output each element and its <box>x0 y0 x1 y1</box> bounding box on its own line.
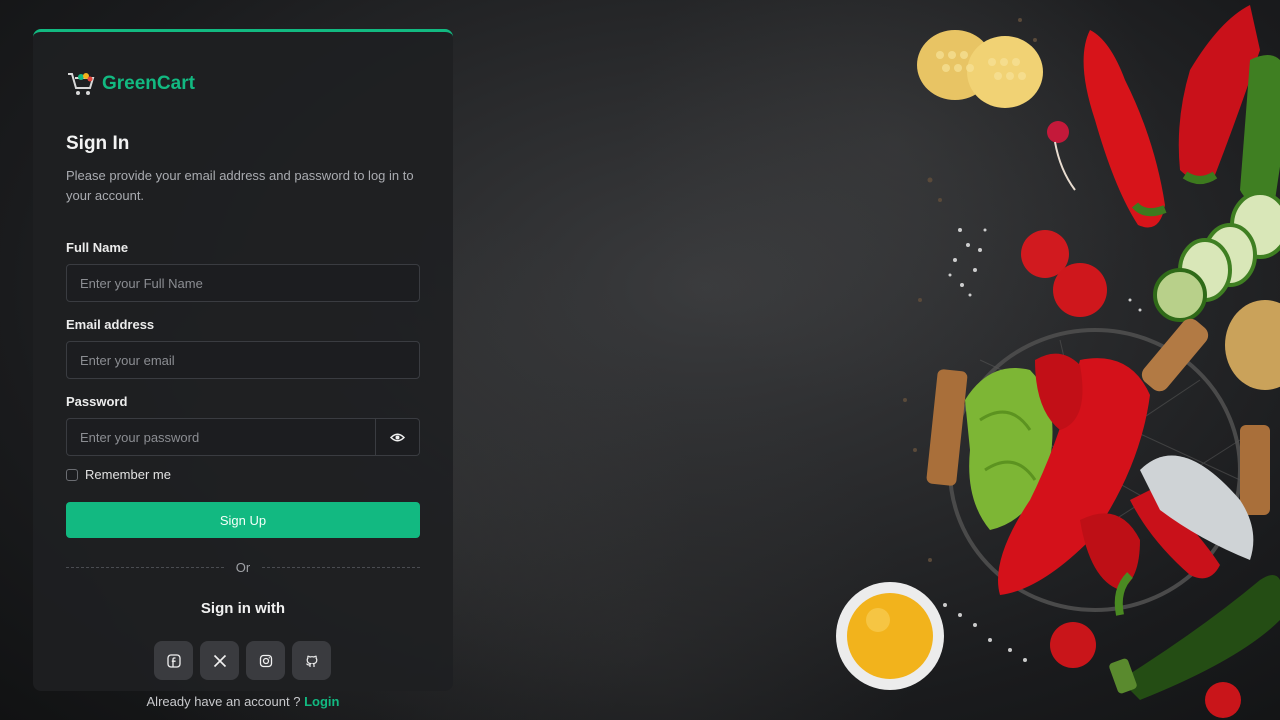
page-title: Sign In <box>66 133 130 154</box>
email-label: Email address <box>66 317 155 332</box>
full-name-label: Full Name <box>66 240 129 255</box>
instagram-button[interactable] <box>246 641 285 680</box>
email-input[interactable] <box>66 341 420 379</box>
divider-line-right <box>262 567 421 568</box>
x-button[interactable] <box>200 641 239 680</box>
brand-name: GreenCart <box>102 73 195 94</box>
remember-me-checkbox[interactable] <box>66 468 78 481</box>
social-signin-heading: Sign in with <box>200 600 286 617</box>
facebook-icon <box>166 653 181 668</box>
or-divider: Or <box>66 560 421 575</box>
vegetables-image <box>836 5 1280 718</box>
instagram-icon <box>259 654 272 667</box>
github-icon <box>305 655 317 667</box>
signin-card: GreenCart Sign In Please provide your em… <box>33 29 453 691</box>
password-input[interactable] <box>66 418 377 456</box>
shopping-cart-icon <box>68 73 95 95</box>
full-name-input[interactable] <box>66 264 420 302</box>
divider-text: Or <box>235 560 251 575</box>
sign-up-button[interactable]: Sign Up <box>66 502 420 538</box>
github-button[interactable] <box>292 641 331 680</box>
password-field <box>66 418 420 456</box>
divider-line-left <box>66 567 224 568</box>
login-prompt-text: Already have an account ? <box>146 694 301 709</box>
social-buttons <box>154 641 331 680</box>
facebook-button[interactable] <box>154 641 193 680</box>
page-subtitle: Please provide your email address and pa… <box>66 168 414 203</box>
password-label: Password <box>66 394 128 409</box>
x-icon <box>213 654 226 667</box>
login-link[interactable]: Login <box>304 694 339 709</box>
toggle-password-visibility-button[interactable] <box>376 418 420 456</box>
login-prompt: Already have an account ? Login <box>33 694 453 709</box>
brand-logo[interactable]: GreenCart <box>66 68 420 100</box>
remember-me[interactable]: Remember me <box>66 467 171 482</box>
eye-icon <box>390 433 406 441</box>
remember-me-label: Remember me <box>85 467 171 482</box>
